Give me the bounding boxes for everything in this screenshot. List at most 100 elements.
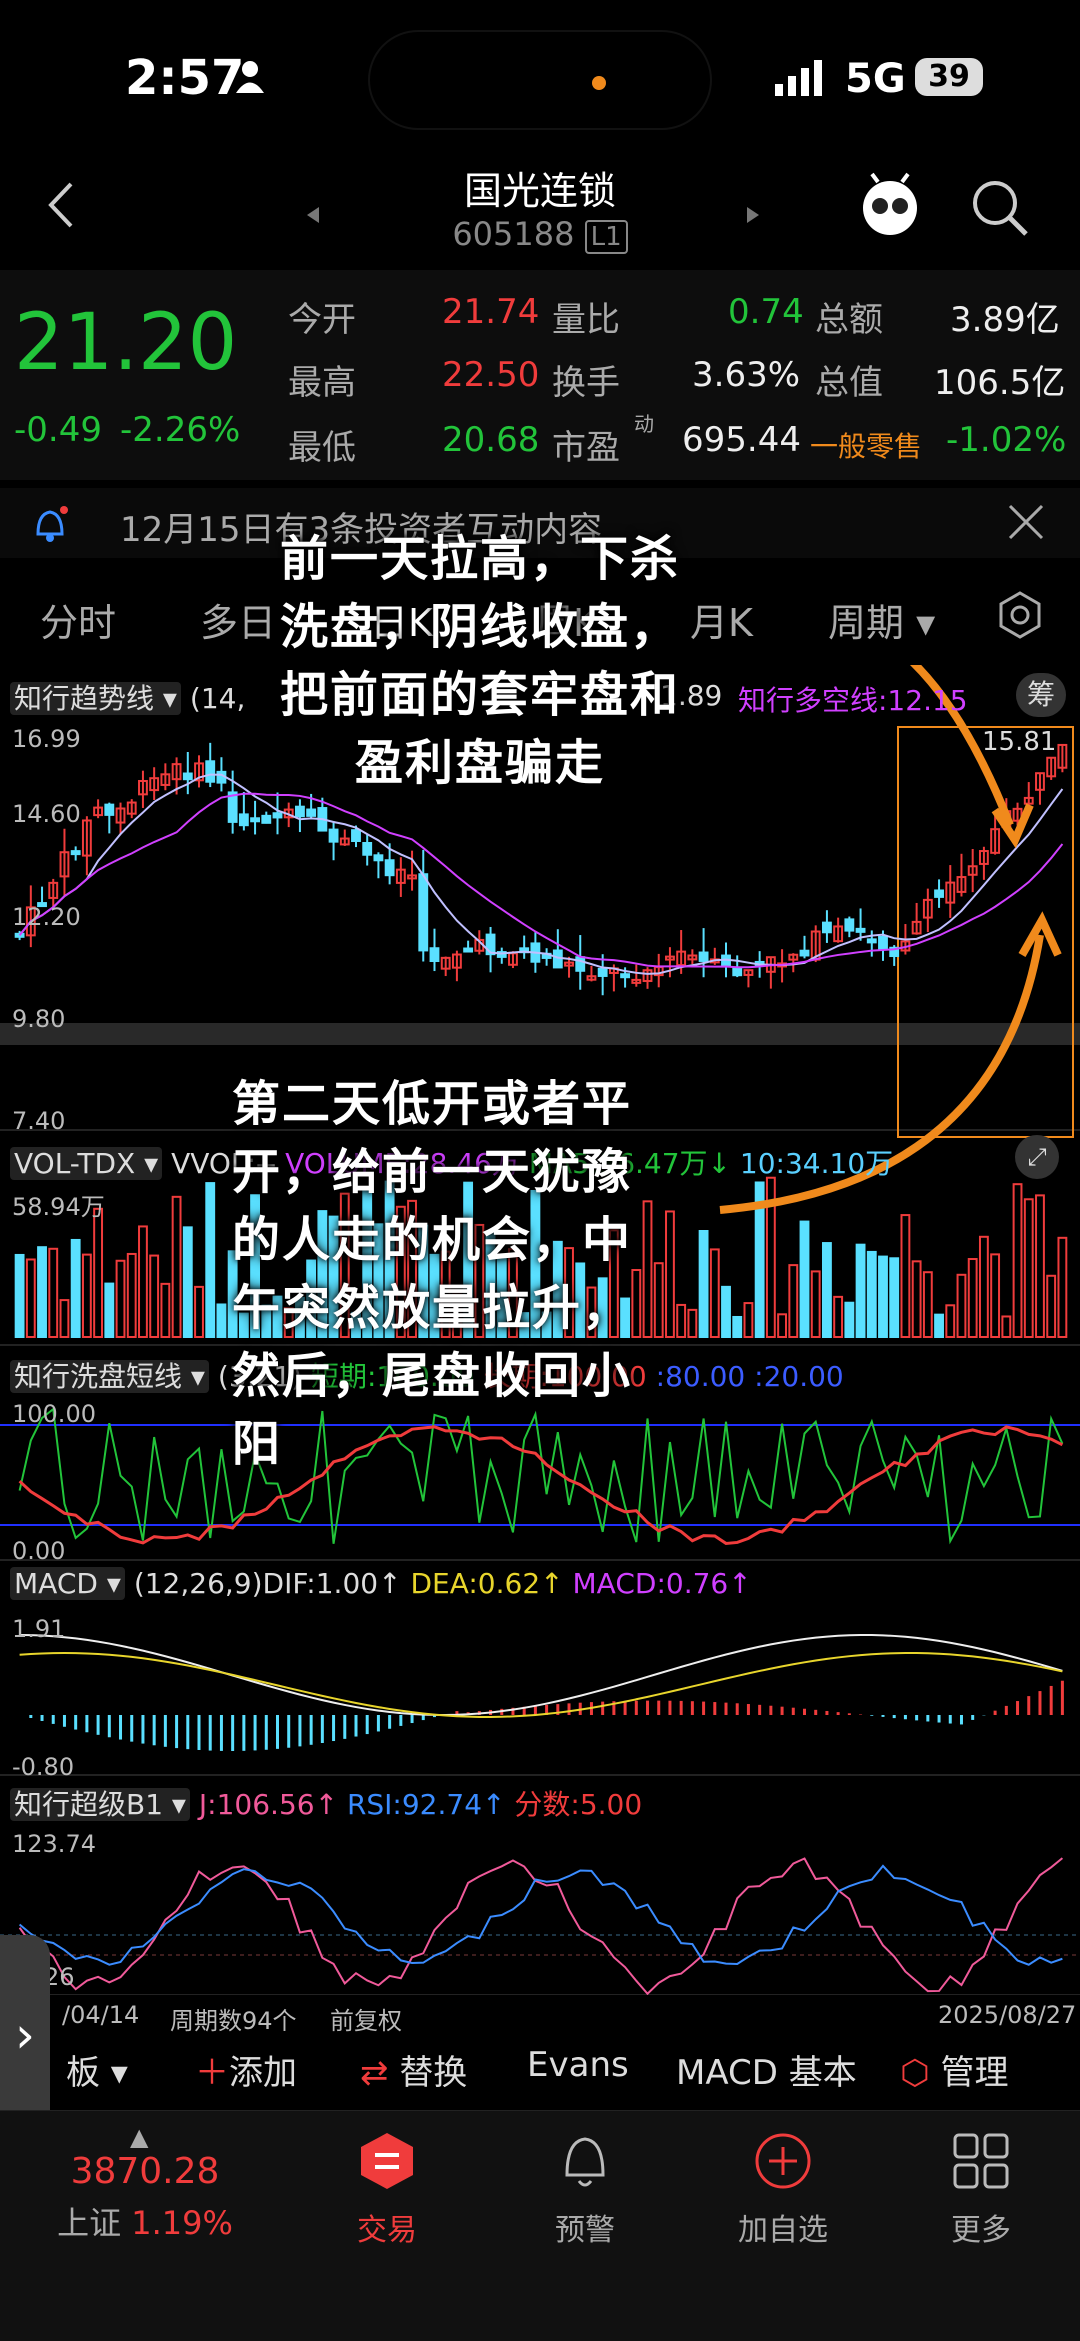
volume-bar bbox=[866, 1250, 877, 1339]
chevron-up-icon: ▲ bbox=[130, 2123, 149, 2151]
volume-bar bbox=[709, 1248, 720, 1339]
nav-alert[interactable]: 预警 bbox=[510, 2131, 660, 2249]
volume-bar bbox=[990, 1253, 1001, 1338]
main-indicator-dkx: 知行多空线:12.15 bbox=[738, 684, 968, 717]
b1-score: 分数:5.00 bbox=[514, 1788, 643, 1821]
main-indicator-select[interactable]: 知行趋势线 ▾ bbox=[10, 682, 181, 715]
price-band bbox=[0, 1023, 1080, 1045]
board-selector[interactable]: 板 ▾ bbox=[66, 2045, 128, 2094]
volume-bar bbox=[25, 1258, 36, 1339]
search-icon[interactable] bbox=[970, 178, 1030, 242]
label-turnover: 换手 bbox=[552, 363, 620, 403]
main-axis-max: 16.99 bbox=[12, 725, 81, 753]
macd-dif-line bbox=[19, 1634, 1063, 1716]
candle-body bbox=[799, 949, 810, 957]
nav-watchlist-label: 加自选 bbox=[738, 2213, 828, 2248]
trade-icon bbox=[361, 2133, 413, 2189]
volume-bar bbox=[93, 1207, 104, 1338]
main-axis-min: 7.40 bbox=[12, 1107, 66, 1135]
vol-indicator-select[interactable]: VOL-TDX ▾ bbox=[10, 1147, 163, 1180]
adjust-mode[interactable]: 前复权 bbox=[330, 2001, 402, 2036]
quote-panel: 21.20 -0.49 -2.26% 今开 21.74 量比 0.74 总额 3… bbox=[0, 270, 1080, 480]
volume-bar bbox=[1046, 1274, 1057, 1339]
add-button[interactable]: ＋添加 bbox=[195, 2045, 297, 2094]
volume-bar bbox=[149, 1254, 160, 1338]
macd-value: MACD:0.76↑ bbox=[572, 1567, 752, 1600]
volume-bar bbox=[799, 1220, 810, 1338]
volume-bar bbox=[1023, 1198, 1034, 1339]
sector-name[interactable]: 一般零售 bbox=[810, 425, 922, 465]
expand-icon[interactable]: ⤢ bbox=[1015, 1135, 1059, 1179]
volume-bar bbox=[126, 1252, 137, 1338]
tab-period[interactable]: 周期 ▾ bbox=[828, 592, 935, 647]
candle-body bbox=[295, 805, 305, 818]
current-price: 21.20 bbox=[14, 298, 238, 388]
volume-bar bbox=[721, 1285, 731, 1339]
annotation-2-line-6: 阳 bbox=[232, 1416, 283, 1472]
nav-trade[interactable]: 交易 bbox=[312, 2131, 462, 2249]
macd-params: (12,26,9) bbox=[133, 1567, 263, 1600]
evans-button[interactable]: Evans bbox=[527, 2045, 629, 2085]
volume-bar bbox=[194, 1285, 204, 1339]
wash-axis-max: 100.00 bbox=[12, 1400, 96, 1428]
value-market-cap: 106.5亿 bbox=[934, 363, 1066, 403]
volume-bar bbox=[855, 1243, 866, 1338]
volume-bar bbox=[104, 1282, 115, 1339]
nav-more[interactable]: 更多 bbox=[906, 2131, 1056, 2249]
volume-bar bbox=[900, 1214, 911, 1338]
replace-button[interactable]: ⇄ 替换 bbox=[360, 2045, 467, 2094]
macd-basic-button[interactable]: MACD 基本 bbox=[676, 2045, 857, 2094]
annotation-1-line-1: 前一天拉高，下杀 bbox=[279, 531, 680, 587]
main-high-label: 15.81 bbox=[982, 727, 1057, 757]
chips-button[interactable]: 筹 bbox=[1016, 673, 1066, 717]
index-widget[interactable]: 3870.28 上证 1.19% bbox=[40, 2151, 250, 2244]
dynamic-island bbox=[368, 30, 712, 130]
value-turnover: 3.63% bbox=[692, 355, 801, 395]
candle-body bbox=[934, 889, 944, 898]
candle-body bbox=[205, 760, 216, 783]
volume-bar bbox=[1012, 1183, 1023, 1338]
macd-dea: DEA:0.62↑ bbox=[410, 1567, 564, 1600]
mascot-icon[interactable] bbox=[858, 172, 922, 242]
label-market-cap: 总值 bbox=[815, 363, 883, 403]
prev-stock-icon[interactable] bbox=[305, 205, 321, 229]
next-stock-icon[interactable] bbox=[745, 205, 761, 229]
price-change-pct: -2.26% bbox=[120, 410, 241, 450]
annotation-2-line-4: 午突然放量拉升， bbox=[232, 1280, 633, 1336]
volume-bar bbox=[822, 1242, 832, 1338]
volume-bar bbox=[956, 1273, 967, 1338]
close-icon[interactable] bbox=[1008, 504, 1044, 549]
candle-body bbox=[362, 842, 373, 856]
main-axis-4: 9.80 bbox=[12, 1005, 66, 1033]
side-drawer-handle[interactable]: › bbox=[0, 1935, 50, 2135]
add-label: 添加 bbox=[229, 2053, 297, 2093]
nav-alert-label: 预警 bbox=[555, 2213, 615, 2248]
annotation-2-line-3: 的人走的机会，中 bbox=[232, 1212, 633, 1268]
volume-bar bbox=[48, 1247, 59, 1338]
kline-chart[interactable]: 知行趋势线 ▾ (14, 1.89 知行多空线:12.15 筹 16.99 14… bbox=[0, 531, 1080, 2035]
volume-bar bbox=[160, 1282, 171, 1339]
candle-body bbox=[878, 935, 888, 950]
volume-bar bbox=[81, 1253, 92, 1338]
alert-bell-icon bbox=[565, 2137, 605, 2187]
candle-body bbox=[597, 967, 608, 977]
wash-indicator-select[interactable]: 知行洗盘短线 ▾ bbox=[10, 1360, 209, 1393]
tab-intraday[interactable]: 分时 bbox=[40, 592, 116, 647]
manage-button[interactable]: ⬡ 管理 bbox=[900, 2045, 1009, 2094]
b1-rsi-line bbox=[18, 1864, 1063, 1966]
nav-watchlist[interactable]: 加自选 bbox=[708, 2131, 858, 2249]
volume-bar bbox=[788, 1264, 799, 1339]
value-amount: 3.89亿 bbox=[950, 300, 1060, 340]
b1-indicator-select[interactable]: 知行超级B1 ▾ bbox=[10, 1788, 190, 1821]
volume-bar bbox=[978, 1235, 989, 1338]
volume-bar bbox=[59, 1299, 70, 1339]
volume-bar bbox=[967, 1258, 978, 1338]
b1-indicator-name: 知行超级B1 bbox=[14, 1788, 164, 1821]
volume-bar bbox=[1057, 1236, 1068, 1338]
candle-body bbox=[328, 828, 339, 843]
macd-indicator-select[interactable]: MACD ▾ bbox=[10, 1567, 125, 1600]
main-axis-2: 14.60 bbox=[12, 800, 81, 828]
settings-icon[interactable] bbox=[995, 590, 1045, 649]
manage-icon: ⬡ bbox=[900, 2053, 930, 2093]
annotation-2-line-5: 然后，尾盘收回小 bbox=[232, 1348, 633, 1404]
